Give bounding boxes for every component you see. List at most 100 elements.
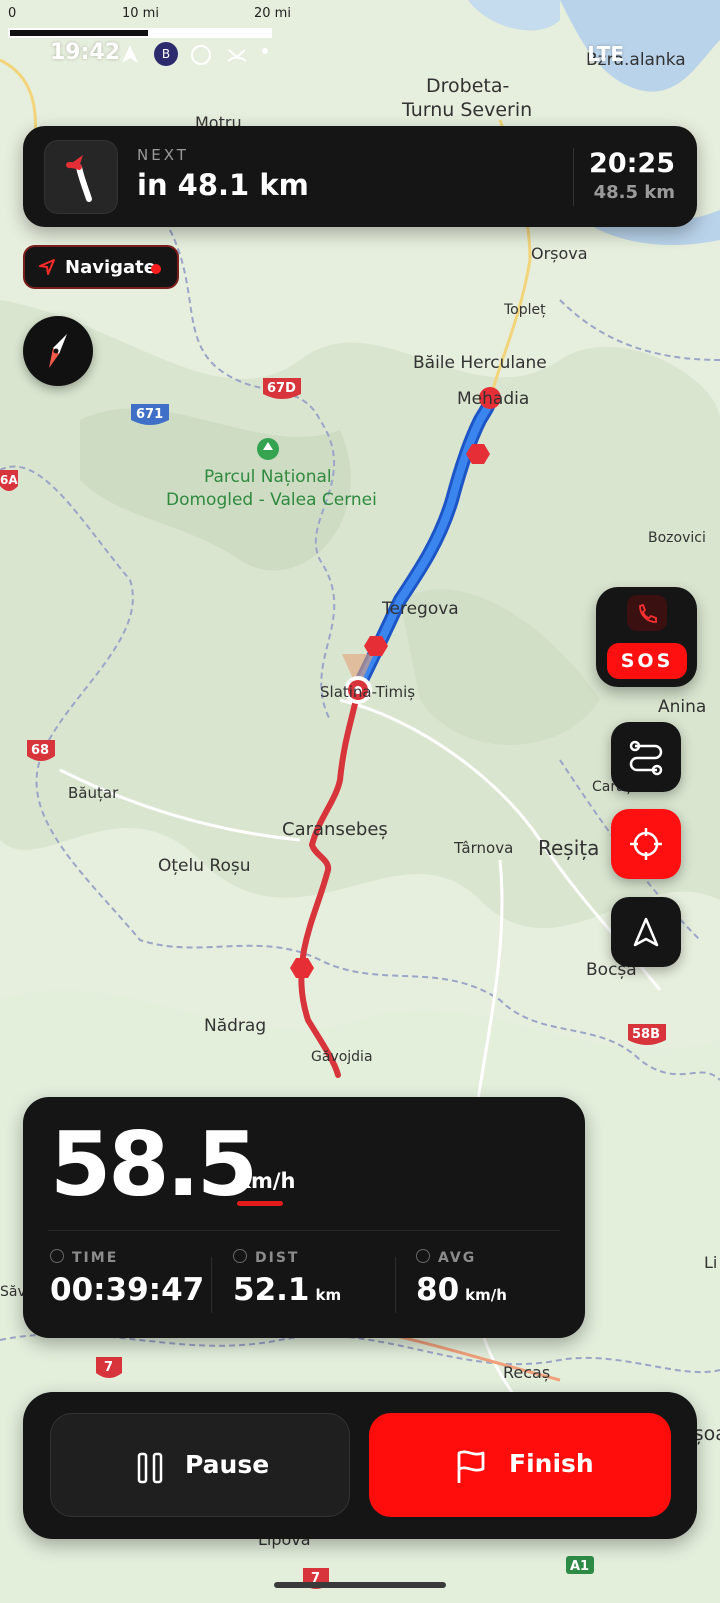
stat-average: AVG 80 km/h [416, 1249, 507, 1308]
map-label-resita: Reșița [538, 836, 599, 860]
eta-time: 20:25 [589, 148, 675, 179]
home-indicator[interactable] [274, 1582, 446, 1588]
road-shield-58b-label: 58B [632, 1027, 660, 1042]
road-shield-a1: A1 [566, 1556, 594, 1574]
app-badge-icon: B [154, 42, 178, 66]
road-shield-58b: 58B [628, 1024, 666, 1045]
scale-label-10: 10 mi [122, 6, 159, 21]
navigate-label: Navigate [65, 257, 156, 278]
navigation-arrow-icon [633, 917, 659, 947]
road-shield-68: 68 [27, 740, 55, 761]
pause-button[interactable]: Pause [50, 1413, 350, 1517]
next-maneuver-distance: in 48.1 km [137, 168, 309, 202]
status-time: 19:42 [50, 40, 121, 65]
stat-time: TIME 00:39:47 [50, 1249, 204, 1308]
missed-call-icon [226, 44, 248, 71]
map-label-li: Li [704, 1253, 717, 1272]
flag-icon [457, 1450, 485, 1483]
crosshair-icon [630, 828, 662, 860]
map-label-park-2: Domogled - Valea Cernei [166, 490, 377, 510]
road-shield-671: 671 [131, 404, 169, 425]
route-small-icon [233, 1249, 247, 1263]
navigate-button[interactable]: Navigate [23, 245, 179, 289]
current-speed: 58.5 [50, 1113, 258, 1216]
map-label-mehadia: Mehadia [457, 389, 529, 409]
stat-time-label: TIME [72, 1250, 119, 1266]
map-label-tarnova: Târnova [453, 839, 513, 857]
stat-divider [395, 1257, 396, 1313]
speed-unit: km/h [237, 1169, 296, 1193]
emergency-call-button[interactable] [627, 595, 667, 631]
map-label-teregova: Teregova [381, 599, 459, 619]
turn-direction [44, 140, 118, 214]
map-label-bozovici: Bozovici [648, 530, 706, 546]
notification-dot-icon [262, 48, 268, 54]
stat-avg-label: AVG [438, 1250, 477, 1266]
map-view[interactable]: Bzra.alanka Drobeta- Turnu Severin Motru… [0, 0, 720, 1603]
whatsapp-icon [190, 44, 212, 71]
road-shield-68-label: 68 [31, 743, 49, 758]
phone-icon [639, 603, 657, 623]
compass-button[interactable] [23, 316, 93, 386]
map-label-recas: Recaș [503, 1363, 550, 1382]
route-options-button[interactable] [611, 722, 681, 792]
stat-avg-value: 80 [416, 1272, 460, 1308]
road-shield-6a: 6A [0, 470, 18, 491]
location-arrow-icon [120, 44, 140, 69]
app-badge-letter: B [161, 47, 171, 61]
map-label-nadrag: Nădrag [204, 1016, 266, 1036]
map-label-drobeta: Drobeta- [426, 75, 509, 97]
stat-distance: DIST 52.1 km [233, 1249, 341, 1308]
recenter-button[interactable] [611, 809, 681, 879]
road-shield-671-label: 671 [136, 407, 163, 422]
road-shield-6a-label: 6A [0, 473, 18, 487]
road-shield-a1-label: A1 [570, 1559, 589, 1574]
road-shield-67d-label: 67D [267, 381, 296, 396]
finish-button[interactable]: Finish [369, 1413, 671, 1517]
network-indicator: LTE [587, 42, 624, 66]
map-label-orsova: Orșova [531, 244, 588, 263]
remaining-distance: 48.5 km [593, 182, 675, 203]
sos-panel: SOS [596, 587, 697, 687]
map-label-bautar: Băuțar [68, 784, 119, 802]
map-label-turnu: Turnu Severin [401, 99, 532, 121]
clock-icon [50, 1249, 64, 1263]
map-label-anina: Anina [658, 697, 706, 717]
map-label-slatina: Slatina-Timiș [320, 683, 415, 701]
navigate-arrow-icon [39, 259, 55, 275]
stat-time-value: 00:39:47 [50, 1272, 205, 1308]
navigation-card[interactable]: NEXT in 48.1 km 20:25 48.5 km [23, 126, 697, 227]
recording-dot [151, 264, 161, 274]
compass-icon [49, 334, 67, 368]
card-divider [573, 148, 574, 206]
map-label-otelu: Oțelu Roșu [158, 856, 251, 876]
speed-underline [237, 1201, 283, 1206]
stat-dist-unit: km [315, 1286, 342, 1304]
gauge-icon [416, 1249, 430, 1263]
next-maneuver-label: NEXT [137, 146, 189, 164]
pause-label: Pause [185, 1450, 270, 1479]
sos-button[interactable]: SOS [607, 643, 687, 679]
scale-label-20: 20 mi [254, 6, 291, 21]
ride-stats-card: 58.5 km/h TIME 00:39:47 DIST 52.1 km AVG … [23, 1097, 585, 1338]
road-shield-7a-label: 7 [104, 1360, 113, 1375]
stat-divider [211, 1257, 212, 1313]
stat-dist-label: DIST [255, 1250, 300, 1266]
scale-label-0: 0 [8, 6, 17, 21]
heading-mode-button[interactable] [611, 897, 681, 967]
stat-avg-unit: km/h [465, 1286, 507, 1304]
finish-label: Finish [509, 1449, 594, 1478]
map-label-sav: Săv [0, 1284, 26, 1300]
stat-dist-value: 52.1 [233, 1272, 310, 1308]
turn-left-icon [66, 155, 92, 202]
road-shield-7a: 7 [96, 1357, 122, 1378]
map-label-baile: Băile Herculane [413, 353, 547, 373]
pause-icon [137, 1452, 163, 1484]
road-shield-67d: 67D [263, 378, 301, 399]
map-label-park-1: Parcul Național [204, 467, 332, 487]
ride-controls: Pause Finish [23, 1392, 697, 1539]
route-icon [629, 740, 663, 776]
map-label-toplet: Topleț [503, 302, 546, 318]
scale-bar [8, 28, 272, 38]
map-label-gavojdia: Găvojdia [311, 1049, 373, 1065]
